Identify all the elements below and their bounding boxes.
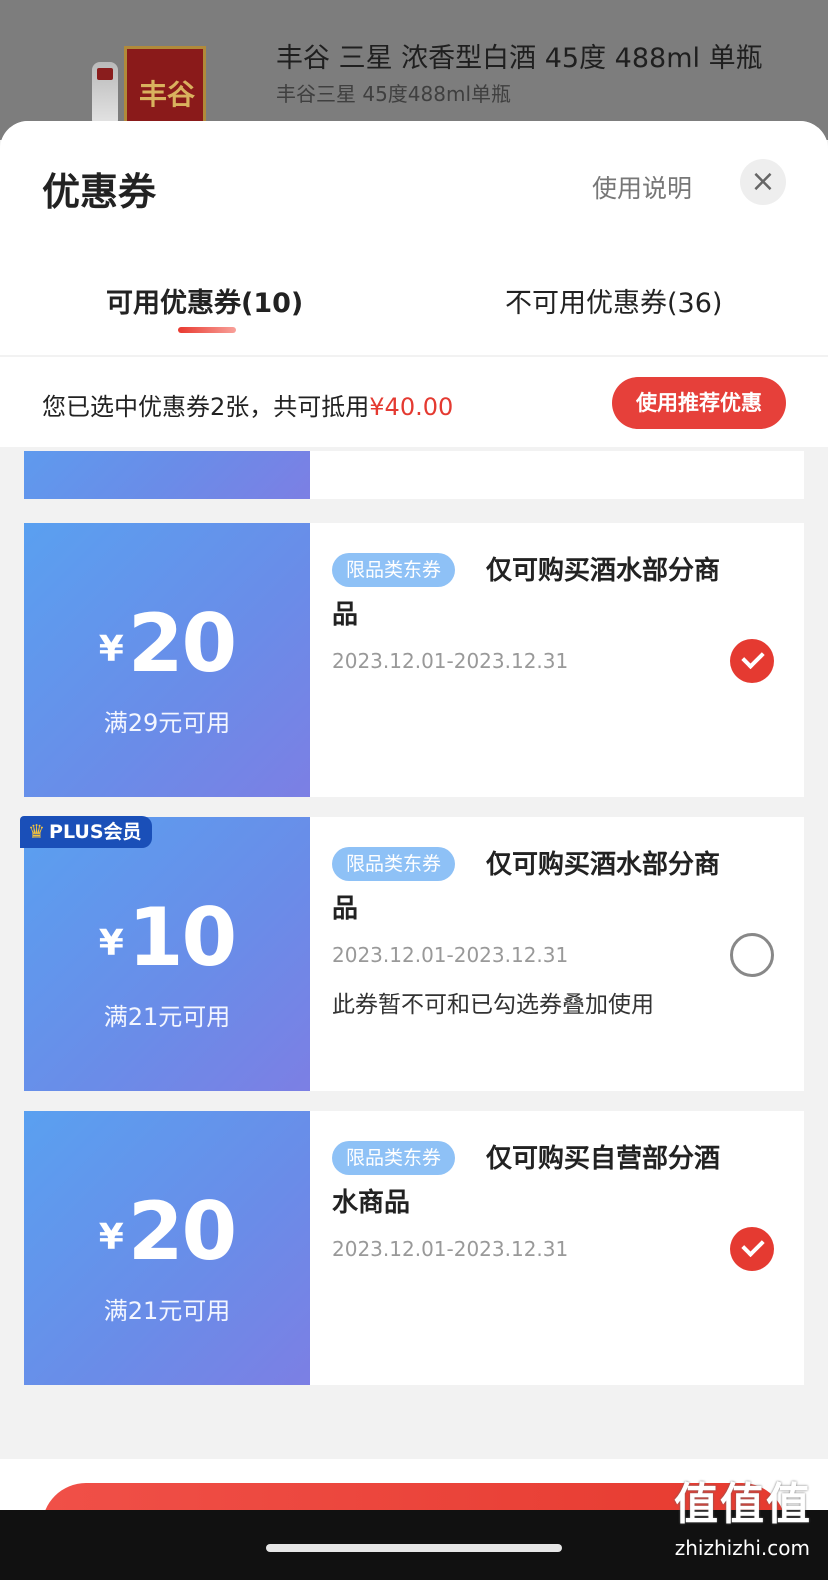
amount-value: 10: [127, 891, 237, 984]
sheet-title: 优惠券: [42, 170, 157, 214]
plus-member-badge: ♛ PLUS会员: [20, 816, 152, 848]
bottle-image: [92, 62, 118, 122]
selection-summary: 您已选中优惠券2张，共可抵用¥40.00 使用推荐优惠: [0, 357, 828, 447]
product-title: 丰谷 三星 浓香型白酒 45度 488ml 单瓶: [276, 43, 763, 74]
coupon-validity: 2023.12.01-2023.12.31: [332, 943, 569, 967]
gesture-bar: [266, 1544, 562, 1552]
coupon-value-panel: ¥20 满21元可用: [24, 1111, 310, 1385]
currency-symbol: ¥: [98, 923, 124, 964]
coupon-category-tag: 限品类东券: [332, 847, 456, 881]
summary-text: 您已选中优惠券2张，共可抵用¥40.00: [42, 387, 453, 422]
tab-unavailable-coupons[interactable]: 不可用优惠券(36): [505, 281, 722, 320]
coupon-category-tag: 限品类东券: [332, 553, 456, 587]
coupon-condition: 满21元可用: [103, 1297, 231, 1325]
coupon-category-tag: 限品类东券: [332, 1141, 456, 1175]
coupon-card[interactable]: ¥20 满21元可用 仅可购买自营部分酒水商品 限品类东券 2023.12.01…: [24, 1111, 804, 1385]
sheet-header: 优惠券 使用说明 × 可用优惠券(10) 不可用优惠券(36): [0, 121, 828, 355]
amount-value: 20: [127, 597, 237, 690]
coupon-checkbox-checked[interactable]: [730, 639, 774, 683]
currency-symbol: ¥: [98, 629, 124, 670]
plus-badge-label: PLUS会员: [49, 821, 142, 843]
coupon-list[interactable]: ¥20 满29元可用 仅可购买酒水部分商品 限品类东券 2023.12.01-2…: [0, 451, 828, 1501]
summary-amount: ¥40.00: [369, 393, 454, 421]
screen: 丰谷 丰谷 三星 浓香型白酒 45度 488ml 单瓶 丰谷三星 45度488m…: [0, 0, 828, 1580]
coupon-value-panel: ¥10 满21元可用: [24, 817, 310, 1091]
coupon-checkbox-unchecked[interactable]: [730, 933, 774, 977]
watermark-logo: 值值值: [674, 1479, 812, 1530]
coupon-details: 仅可购买自营部分酒水商品 限品类东券 2023.12.01-2023.12.31: [310, 1111, 804, 1385]
summary-label: 您已选中优惠券2张，共可抵用: [42, 393, 370, 421]
coupon-condition: 满29元可用: [103, 709, 231, 737]
coupon-checkbox-checked[interactable]: [730, 1227, 774, 1271]
product-subtitle: 丰谷三星 45度488ml单瓶: [276, 82, 512, 106]
coupon-amount: ¥20: [24, 1185, 310, 1278]
coupon-stacking-note: 此券暂不可和已勾选券叠加使用: [332, 992, 654, 1018]
crown-icon: ♛: [28, 821, 46, 843]
coupon-amount: ¥20: [24, 597, 310, 690]
coupon-validity: 2023.12.01-2023.12.31: [332, 1237, 569, 1261]
coupon-card[interactable]: ¥10 满21元可用 仅可购买酒水部分商品 限品类东券 2023.12.01-2…: [24, 817, 804, 1091]
usage-instructions-link[interactable]: 使用说明: [592, 169, 692, 205]
coupon-card-partial[interactable]: [24, 451, 804, 499]
amount-value: 20: [127, 1185, 237, 1278]
use-recommended-button[interactable]: 使用推荐优惠: [612, 377, 786, 429]
coupon-details: 仅可购买酒水部分商品 限品类东券 2023.12.01-2023.12.31 此…: [310, 817, 804, 1091]
coupon-amount: ¥10: [24, 891, 310, 984]
coupon-condition: 满21元可用: [103, 1003, 231, 1031]
watermark-url: zhizhizhi.com: [674, 1536, 810, 1560]
box-label: 丰谷: [139, 78, 196, 111]
coupon-card[interactable]: ¥20 满29元可用 仅可购买酒水部分商品 限品类东券 2023.12.01-2…: [24, 523, 804, 797]
coupon-value-panel: ¥20 满29元可用: [24, 523, 310, 797]
coupon-value-panel: [24, 451, 310, 499]
tab-available-coupons[interactable]: 可用优惠券(10): [106, 281, 303, 320]
close-icon[interactable]: ×: [740, 159, 786, 205]
coupon-details: 仅可购买酒水部分商品 限品类东券 2023.12.01-2023.12.31: [310, 523, 804, 797]
active-tab-indicator: [178, 327, 236, 333]
coupon-validity: 2023.12.01-2023.12.31: [332, 649, 569, 673]
product-header: 丰谷 丰谷 三星 浓香型白酒 45度 488ml 单瓶 丰谷三星 45度488m…: [0, 0, 828, 140]
currency-symbol: ¥: [98, 1217, 124, 1258]
